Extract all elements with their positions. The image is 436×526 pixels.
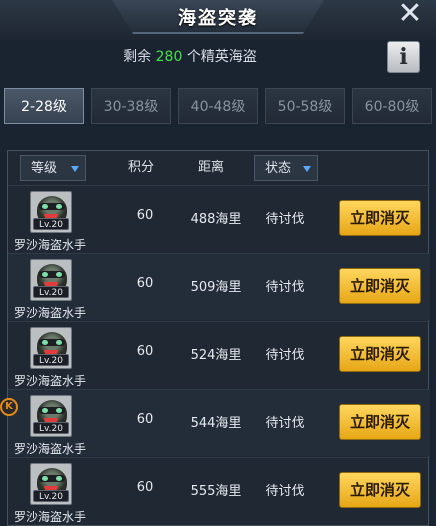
- destroy-button[interactable]: 立即消灭: [339, 404, 421, 440]
- destroy-button[interactable]: 立即消灭: [339, 268, 421, 304]
- level-badge: Lv.20: [33, 422, 69, 434]
- score-value: 60: [136, 276, 154, 291]
- status-value: 待讨伐: [265, 280, 305, 295]
- tab-60-80[interactable]: 60-80级: [352, 88, 432, 124]
- distance-value: 488海里: [190, 212, 242, 227]
- status-value: 待讨伐: [265, 416, 305, 431]
- info-button[interactable]: i: [387, 41, 420, 73]
- remaining-suffix: 个精英海盗: [186, 49, 257, 65]
- goggles-icon: [39, 475, 65, 482]
- table-row: Lv.20 罗沙海盗水手 60 488海里 待讨伐 立即消灭: [8, 185, 430, 252]
- tab-40-48[interactable]: 40-48级: [178, 88, 258, 124]
- pirate-name: 罗沙海盗水手: [14, 306, 87, 320]
- info-icon: i: [399, 44, 408, 70]
- pirate-name: 罗沙海盗水手: [14, 238, 87, 252]
- table-row: Lv.20 罗沙海盗水手 60 544海里 待讨伐 立即消灭: [8, 389, 430, 456]
- close-icon: ✕: [397, 0, 423, 31]
- table-row: Lv.20 罗沙海盗水手 60 509海里 待讨伐 立即消灭: [8, 253, 430, 320]
- header-level-label: 等级: [31, 161, 58, 176]
- table-row: Lv.20 罗沙海盗水手 60 524海里 待讨伐 立即消灭: [8, 321, 430, 388]
- goggles-icon: [39, 203, 65, 210]
- destroy-button[interactable]: 立即消灭: [339, 336, 421, 372]
- level-badge: Lv.20: [33, 218, 69, 230]
- tab-30-38[interactable]: 30-38级: [91, 88, 171, 124]
- close-button[interactable]: ✕: [384, 0, 436, 30]
- header-status-sort[interactable]: 状态: [254, 155, 318, 181]
- pirate-avatar: Lv.20: [30, 463, 72, 505]
- distance-value: 509海里: [190, 280, 242, 295]
- pirate-name: 罗沙海盗水手: [14, 442, 87, 456]
- remaining-prefix: 剩余: [123, 49, 152, 65]
- header-distance: 距离: [198, 160, 225, 175]
- side-marker-icon[interactable]: K: [0, 398, 18, 416]
- remaining-pirates-text: 剩余 280 个精英海盗: [0, 46, 380, 70]
- table-header: 等级 积分 距离 状态: [8, 151, 430, 185]
- tab-50-58[interactable]: 50-58级: [265, 88, 345, 124]
- pirate-name: 罗沙海盗水手: [14, 510, 87, 524]
- sort-down-icon: [71, 164, 79, 174]
- table-row: Lv.20 罗沙海盗水手 60 555海里 待讨伐 立即消灭: [8, 457, 430, 524]
- sort-down-icon: [303, 164, 311, 174]
- pirate-avatar: Lv.20: [30, 191, 72, 233]
- score-value: 60: [136, 344, 154, 359]
- score-value: 60: [136, 412, 154, 427]
- status-value: 待讨伐: [265, 484, 305, 499]
- status-value: 待讨伐: [265, 212, 305, 227]
- score-value: 60: [136, 480, 154, 495]
- status-value: 待讨伐: [265, 348, 305, 363]
- distance-value: 524海里: [190, 348, 242, 363]
- distance-value: 544海里: [190, 416, 242, 431]
- header-bar: 海盗突袭 ✕: [0, 0, 436, 40]
- tab-2-28[interactable]: 2-28级: [4, 88, 84, 124]
- header-status-label: 状态: [265, 161, 292, 176]
- header-score: 积分: [128, 160, 155, 175]
- level-badge: Lv.20: [33, 354, 69, 366]
- page-title: 海盗突袭: [178, 8, 258, 29]
- score-value: 60: [136, 208, 154, 223]
- pirate-avatar: Lv.20: [30, 327, 72, 369]
- goggles-icon: [39, 339, 65, 346]
- remaining-count: 280: [155, 49, 183, 65]
- distance-value: 555海里: [190, 484, 242, 499]
- level-badge: Lv.20: [33, 490, 69, 502]
- goggles-icon: [39, 271, 65, 278]
- level-tabs: 2-28级 30-38级 40-48级 50-58级 60-80级: [4, 88, 432, 124]
- pirate-avatar: Lv.20: [30, 395, 72, 437]
- destroy-button[interactable]: 立即消灭: [339, 472, 421, 508]
- goggles-icon: [39, 407, 65, 414]
- level-badge: Lv.20: [33, 286, 69, 298]
- pirate-table: 等级 积分 距离 状态 Lv.20 罗沙海盗水手 60 488海里 待讨伐 立即…: [7, 150, 430, 526]
- destroy-button[interactable]: 立即消灭: [339, 200, 421, 236]
- pirate-name: 罗沙海盗水手: [14, 374, 87, 388]
- header-level-sort[interactable]: 等级: [20, 155, 86, 181]
- pirate-avatar: Lv.20: [30, 259, 72, 301]
